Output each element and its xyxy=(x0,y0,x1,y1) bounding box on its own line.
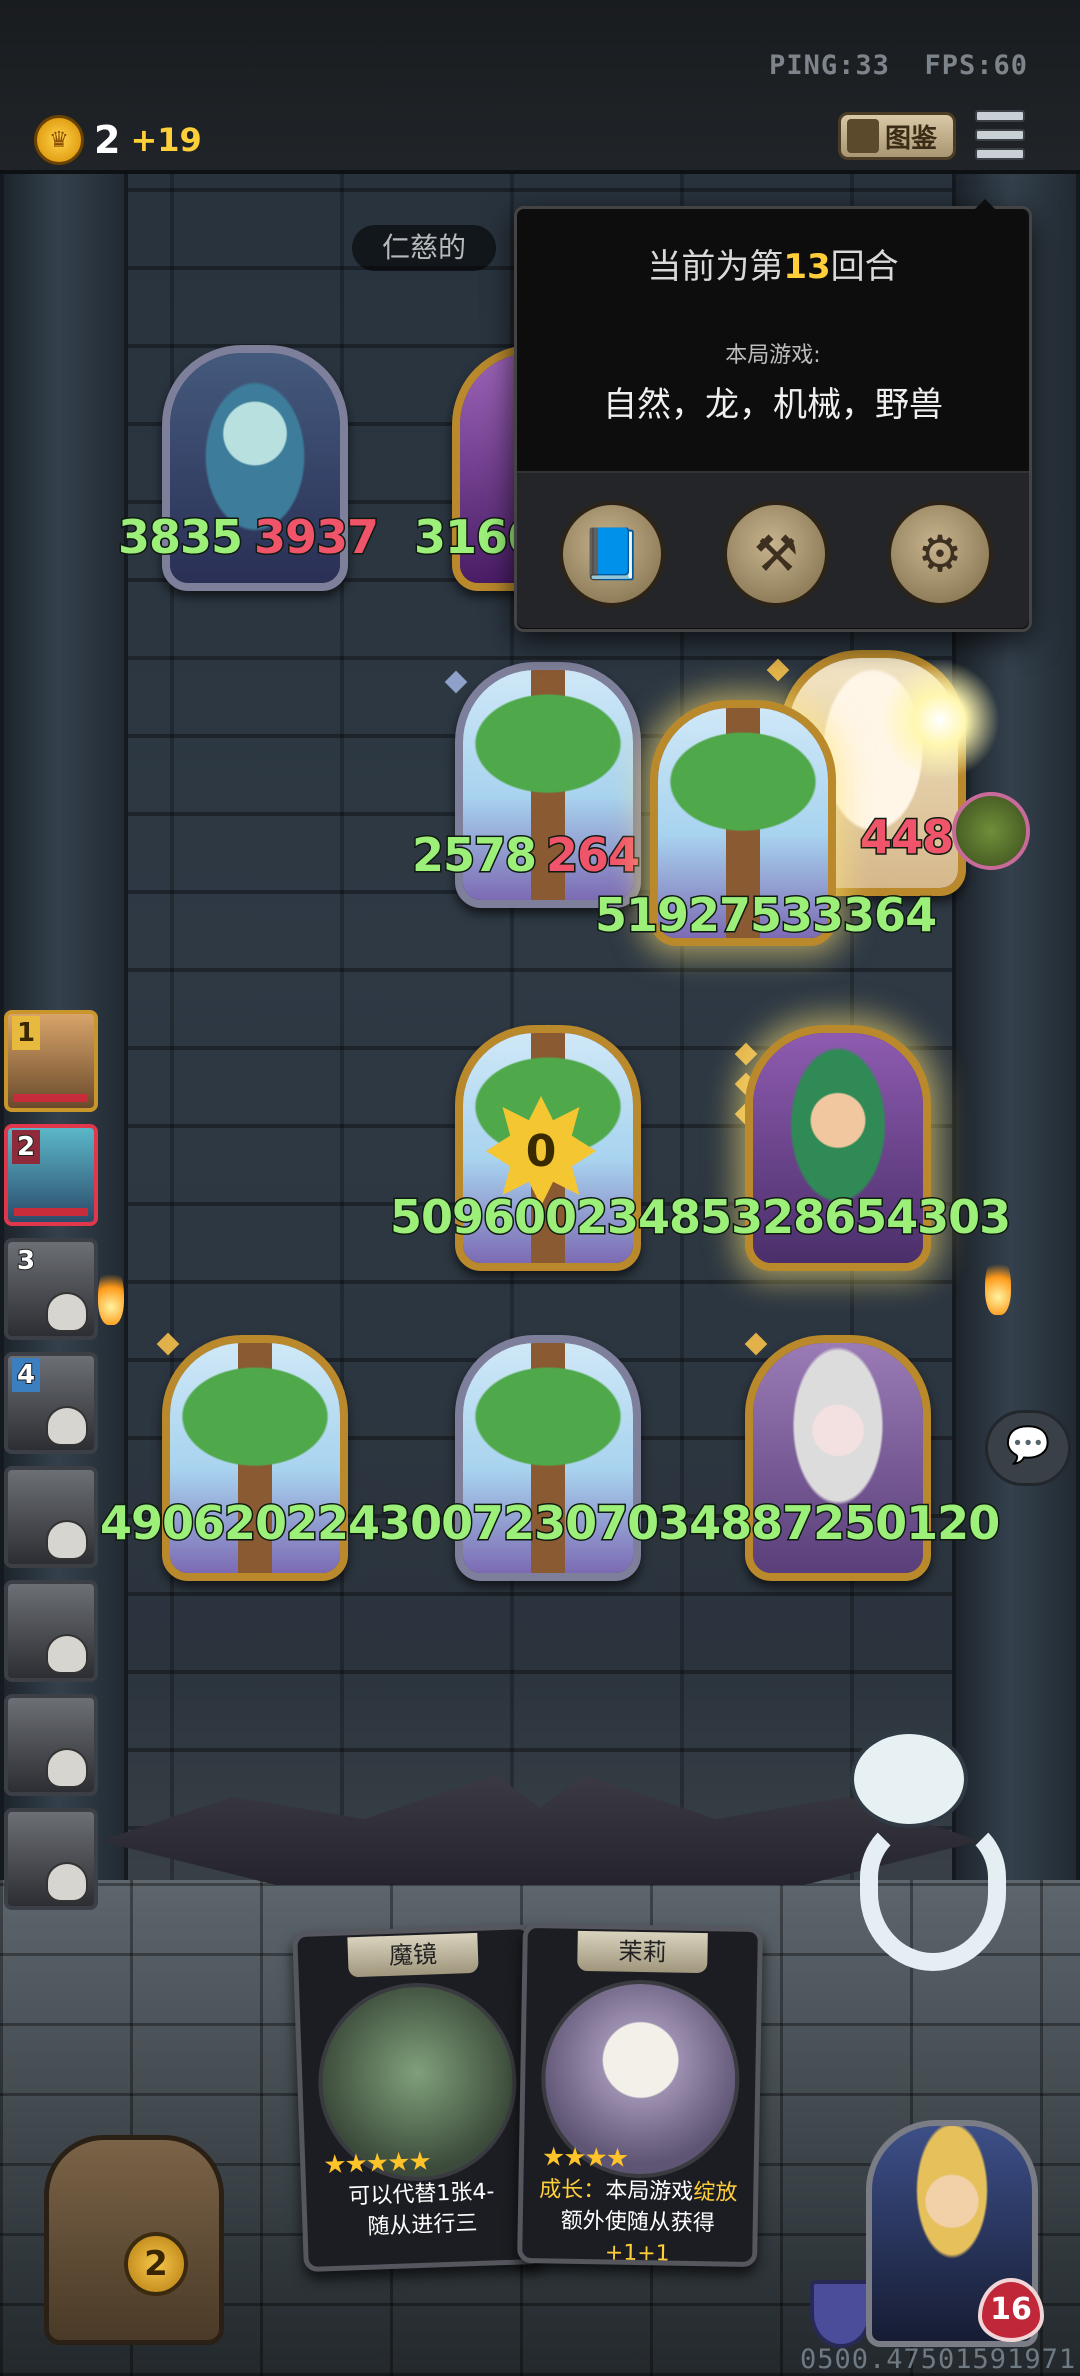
codex-label: 图鉴 xyxy=(885,123,938,154)
book-button[interactable]: 📘 xyxy=(559,501,665,607)
minion-health: 448 xyxy=(858,809,955,866)
card-description: 成长：本局游戏绽放 额外使随从获得+1+1 xyxy=(539,2177,738,2267)
codex-button[interactable]: 图鉴 xyxy=(838,112,956,160)
hand-card-magic-mirror[interactable]: 魔镜 ★★★★★ 可以代替1张4- 随从进行三 xyxy=(292,1923,544,2273)
row2-stats-overlap: 49062022430072307034887250120 xyxy=(98,1495,1001,1552)
snake-head xyxy=(850,1730,968,1828)
chat-icon: 💬 xyxy=(1005,1425,1051,1466)
hp-bar xyxy=(14,1094,88,1102)
row1-stats-overlap: 50960023485328654303 xyxy=(388,1189,1012,1246)
gear-icon: ⚙ xyxy=(917,525,963,583)
axe-icon: ⚒ xyxy=(753,525,799,583)
skull-icon xyxy=(46,1748,88,1788)
player-slot[interactable] xyxy=(4,1808,98,1910)
settings-button[interactable]: ⚙ xyxy=(887,501,993,607)
network-stats: PING:33 FPS:60 xyxy=(769,50,1028,81)
crown-coin-icon: ♛ xyxy=(34,115,84,165)
player-slot[interactable]: 4 xyxy=(4,1352,98,1454)
round-number: 13 xyxy=(783,247,831,287)
minion-attack: 3835 xyxy=(116,509,244,566)
top-bar: PING:33 FPS:60 ♛ 2 +19 图鉴 xyxy=(0,0,1080,174)
minion-health: 3937 xyxy=(252,509,380,566)
tribes-label: 本局游戏: xyxy=(725,343,821,368)
skull-icon xyxy=(46,1406,88,1446)
card-title: 魔镜 xyxy=(347,1932,479,1978)
attack-flash xyxy=(880,660,1000,780)
minion-health: 264 xyxy=(544,827,641,884)
minion-attack: 2578 xyxy=(410,827,538,884)
tribes-list: 自然，龙，机械，野兽 xyxy=(603,385,943,425)
gold-display: ♛ 2 +19 xyxy=(34,115,202,165)
hp-bar xyxy=(14,1208,88,1216)
hand-card-jasmine[interactable]: 茉莉 ★★★★ 成长：本局游戏绽放 额外使随从获得+1+1 xyxy=(517,1922,763,2268)
popup-actions: 📘 ⚒ ⚙ xyxy=(517,471,1029,628)
fps-label: FPS:60 xyxy=(924,50,1028,81)
snake-body xyxy=(860,1815,1006,1971)
card-description: 可以代替1张4- 随从进行三 xyxy=(348,2179,495,2240)
ping-label: PING:33 xyxy=(769,50,890,81)
player-slot[interactable]: 3 xyxy=(4,1238,98,1340)
player-slot[interactable]: 2 xyxy=(4,1124,98,1226)
menu-button[interactable] xyxy=(975,110,1025,160)
skull-icon xyxy=(46,1292,88,1332)
round-info-popup: 当前为第13回合 本局游戏: 自然，龙，机械，野兽 📘 ⚒ ⚙ xyxy=(514,199,1032,632)
book-icon: 📘 xyxy=(580,524,644,583)
card-title: 茉莉 xyxy=(577,1930,708,1974)
shield-icon xyxy=(810,2280,872,2348)
player-slot[interactable] xyxy=(4,1694,98,1796)
gold-amount: 2 xyxy=(94,118,121,162)
axe-button[interactable]: ⚒ xyxy=(723,501,829,607)
player-slot[interactable] xyxy=(4,1580,98,1682)
opponent-name: 仁慈的 xyxy=(352,225,497,271)
card-stars: ★★★★ xyxy=(541,2142,628,2174)
house-token-icon xyxy=(952,792,1030,870)
game-seed: 0500.47501591971 xyxy=(800,2344,1077,2375)
snake-pet[interactable] xyxy=(820,1720,1006,1971)
torch-left xyxy=(98,1265,124,1325)
skull-icon xyxy=(46,1862,88,1902)
chat-button[interactable]: 💬 xyxy=(985,1410,1071,1486)
minion-stats-overlap: 51927533364 xyxy=(593,887,938,944)
skull-icon xyxy=(46,1634,88,1674)
round-label: 当前为第13回合 xyxy=(647,247,899,287)
player-slot[interactable] xyxy=(4,1466,98,1568)
gold-income: +19 xyxy=(130,121,202,159)
torch-right xyxy=(985,1255,1011,1315)
skull-icon xyxy=(46,1520,88,1560)
menu-icon xyxy=(975,110,1025,122)
card-stars: ★★★★★ xyxy=(322,2146,431,2181)
chest-count: 2 xyxy=(124,2232,188,2296)
codex-book-icon xyxy=(847,119,879,153)
player-slot[interactable]: 1 xyxy=(4,1010,98,1112)
